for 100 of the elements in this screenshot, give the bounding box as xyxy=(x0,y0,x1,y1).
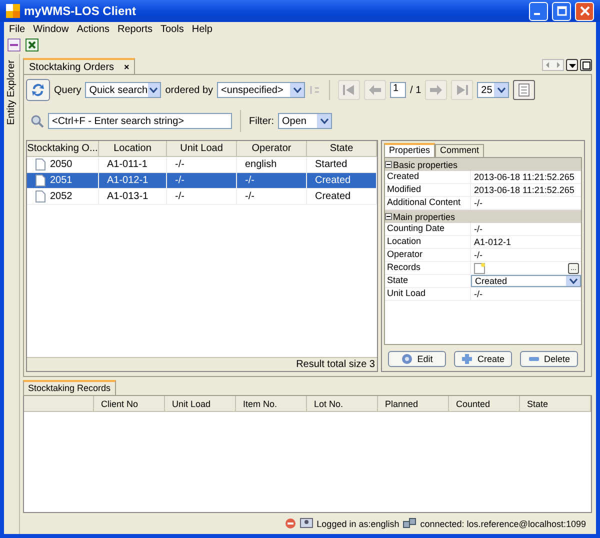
tab-list-button[interactable] xyxy=(566,59,578,71)
document-icon xyxy=(35,174,46,187)
maximize-button[interactable] xyxy=(552,2,571,20)
logged-in-status: Logged in as:english xyxy=(316,518,400,528)
column-header[interactable]: Location xyxy=(99,141,167,156)
property-value: 2013-06-18 11:21:52.265 xyxy=(473,171,576,183)
state-dropdown[interactable]: Created xyxy=(471,275,581,287)
table-cell: -/- xyxy=(167,157,237,172)
refresh-button[interactable] xyxy=(26,79,50,101)
column-header[interactable]: Stocktaking O... xyxy=(27,141,99,156)
delete-button[interactable]: Delete xyxy=(520,351,578,367)
filter-dropdown[interactable]: Open xyxy=(278,113,332,129)
property-value: -/- xyxy=(473,249,484,261)
caret-icon xyxy=(494,83,508,97)
group-header[interactable]: Main properties xyxy=(385,210,581,223)
table-cell: Started xyxy=(307,157,377,172)
app-icon xyxy=(6,4,20,18)
close-button[interactable] xyxy=(575,2,594,20)
property-label: State xyxy=(385,275,471,287)
last-page-icon xyxy=(455,84,470,96)
window-title: myWMS-LOS Client xyxy=(24,4,136,18)
property-label: Counting Date xyxy=(385,223,471,235)
column-header[interactable]: Planned xyxy=(378,396,449,411)
table-cell: 2051 xyxy=(50,175,72,186)
page-field[interactable]: 1 xyxy=(390,82,406,98)
property-value: -/- xyxy=(473,288,484,300)
table-cell: -/- xyxy=(237,189,307,204)
tab-close-button[interactable]: × xyxy=(124,62,130,72)
column-header[interactable]: Unit Load xyxy=(165,396,236,411)
minimize-icon xyxy=(534,13,540,15)
maximize-icon xyxy=(556,6,566,16)
property-label: Records xyxy=(385,262,471,274)
entity-explorer-tab[interactable]: Entity Explorer xyxy=(6,60,17,126)
property-label: Additional Content xyxy=(385,197,471,209)
property-value: -/- xyxy=(473,223,484,235)
property-label: Modified xyxy=(385,184,471,196)
filter-label: Filter: xyxy=(249,116,274,126)
property-value: 2013-06-18 11:21:52.265 xyxy=(473,184,576,196)
create-button[interactable]: Create xyxy=(454,351,512,367)
column-header[interactable]: State xyxy=(520,396,591,411)
minimize-button[interactable] xyxy=(529,2,548,20)
column-header[interactable]: State xyxy=(307,141,377,156)
menu-item[interactable]: Actions xyxy=(74,24,114,34)
table-row[interactable]: 2051 A1-012-1 -/- -/- Created xyxy=(27,173,377,189)
ordered-by-label: ordered by xyxy=(165,84,214,96)
property-label: Operator xyxy=(385,249,471,261)
note-icon xyxy=(474,262,485,274)
table-cell: Created xyxy=(307,173,377,188)
table-cell: 2050 xyxy=(50,159,72,170)
menu-item[interactable]: Reports xyxy=(114,24,158,34)
menu-item[interactable]: Help xyxy=(188,24,218,34)
table-cell: 2052 xyxy=(50,191,72,202)
property-label: Created xyxy=(385,171,471,183)
close-icon xyxy=(580,6,590,16)
caret-icon xyxy=(290,83,304,97)
plus-icon xyxy=(461,353,474,365)
menu-item[interactable]: File xyxy=(6,24,30,34)
search-field[interactable]: <Ctrl+F - Enter search string> xyxy=(48,113,232,129)
result-count: Result total size 3 xyxy=(296,359,375,370)
query-dropdown[interactable]: Quick search xyxy=(85,82,162,98)
table-cell: -/- xyxy=(167,173,237,188)
page-total: / 1 xyxy=(410,84,422,96)
edit-button[interactable]: Edit xyxy=(388,351,446,367)
connection-status: connected: los.reference@localhost:1099 xyxy=(420,518,586,528)
details-button[interactable] xyxy=(513,80,536,100)
menu-item[interactable]: Tools xyxy=(158,24,189,34)
column-header[interactable]: Counted xyxy=(449,396,520,411)
collapse-toggle-icon[interactable] xyxy=(385,213,392,220)
list-icon xyxy=(518,83,530,97)
property-label: Unit Load xyxy=(385,288,471,300)
spreadsheet-icon[interactable] xyxy=(25,38,39,52)
caret-icon xyxy=(148,83,160,97)
collapse-toggle-icon[interactable] xyxy=(385,161,392,168)
refresh-icon xyxy=(30,82,46,98)
left-arrow-icon xyxy=(368,84,382,96)
table-cell: A1-012-1 xyxy=(99,173,167,188)
page-size-dropdown[interactable]: 25 xyxy=(477,82,510,98)
document-icon xyxy=(35,158,46,171)
order-dropdown[interactable]: <unspecified> xyxy=(217,82,306,98)
first-page-icon xyxy=(342,84,356,96)
column-header[interactable]: Operator xyxy=(237,141,307,156)
table-row[interactable]: 2052 A1-013-1 -/- -/- Created xyxy=(27,189,377,205)
table-cell: english xyxy=(237,157,307,172)
caret-icon xyxy=(566,276,580,286)
records-tab[interactable]: Stocktaking Records xyxy=(23,380,116,395)
properties-tab[interactable]: Properties xyxy=(384,143,436,157)
property-label: Location xyxy=(385,236,471,248)
stop-icon xyxy=(284,518,296,529)
menu-item[interactable]: Window xyxy=(30,24,74,34)
column-header[interactable]: Unit Load xyxy=(167,141,237,156)
property-value: A1-012-1 xyxy=(473,236,512,248)
column-header[interactable]: Client No xyxy=(94,396,165,411)
maximize-panel-button[interactable] xyxy=(580,59,592,71)
group-title: Main properties xyxy=(393,212,456,222)
document-tab[interactable]: Stocktaking Orders × xyxy=(23,58,136,74)
group-header[interactable]: Basic properties xyxy=(385,158,581,171)
caret-icon xyxy=(317,114,331,128)
properties-tab[interactable]: Comment xyxy=(435,144,484,157)
column-header[interactable]: Item No. xyxy=(236,396,307,411)
column-header[interactable]: Lot No. xyxy=(307,396,378,411)
